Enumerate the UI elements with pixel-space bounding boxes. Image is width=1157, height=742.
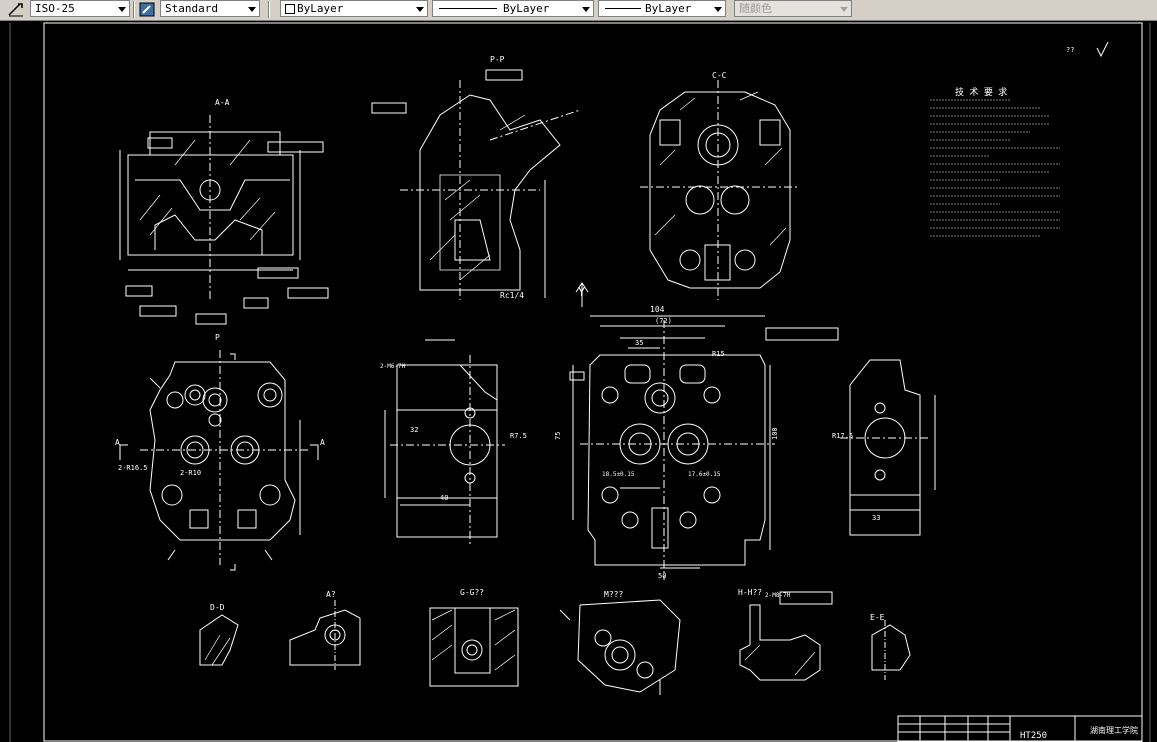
plot-style-value: 随颜色 [739,2,772,15]
chevron-down-icon [118,7,126,12]
view-label-gg: G-G?? [460,588,484,597]
chevron-down-icon [840,7,848,12]
toolbar-separator [133,1,135,18]
linetype-select[interactable]: ByLayer [432,0,594,17]
properties-toolbar: ISO-25 Standard ByLayer ByLayer ByLayer … [0,0,1157,21]
school-label: 湖南理工学院 [1090,725,1138,735]
chevron-down-icon [416,7,424,12]
roughness-label: ?? [1066,46,1074,54]
linetype-value: ByLayer [503,2,550,15]
detail-view-ee [871,620,911,680]
dimension-style-value: ISO-25 [35,2,75,15]
side-view [384,339,505,545]
dim-35: 35 [635,339,643,347]
text-style-select[interactable]: Standard [160,0,260,17]
view-p [119,350,319,565]
layer-color-select[interactable]: ByLayer [280,0,428,17]
view-label-ee: E-E [870,613,885,622]
dimension-style-icon[interactable] [6,1,26,18]
dimension-style-select[interactable]: ISO-25 [30,0,130,17]
dim-33: 33 [872,514,880,522]
lineweight-select[interactable]: ByLayer [598,0,726,17]
dim-rc14: Rc1/4 [500,291,524,300]
view-label-mm: M??? [604,590,623,599]
detail-view-dd [199,614,239,666]
roughness-symbol-icon [1096,41,1109,58]
detail-view-hh [739,591,833,681]
view-label-y: Y [578,285,586,299]
detail-view-mm [559,599,681,695]
chevron-down-icon [582,7,590,12]
view-label-p: P [215,333,220,342]
chevron-down-icon [714,7,722,12]
drawing-border [43,22,1143,742]
section-view-cc [640,80,800,300]
material-label: HT250 [1020,731,1047,741]
text-style-value: Standard [165,2,218,15]
dim-185: 18.5±0.15 [602,471,635,478]
dim-40: 40 [440,494,448,502]
tech-requirements-lines [930,99,1060,237]
toolbar-separator [268,1,270,18]
section-view-pp [371,69,581,300]
dim-r175: R17.5 [832,432,853,440]
dim-r75: R7.5 [510,432,527,440]
view-label-dd: D-D [210,603,225,612]
view-label-pp: P-P [490,55,505,64]
dim-r15: R15 [712,350,725,358]
dim-1046: 104 [650,305,665,314]
color-swatch-icon [285,4,295,14]
dim-75: 75 [554,432,562,440]
text-style-icon[interactable] [138,1,158,18]
section-view-aa [119,115,329,325]
view-label-cc: C-C [712,71,727,80]
layer-color-value: ByLayer [297,2,344,15]
tech-requirements-title: 技 术 要 求 [955,86,1007,98]
view-label-at: A? [326,590,336,599]
chevron-down-icon [248,7,256,12]
view-label-a-left: A [115,438,120,447]
view-label-a-right: A [320,438,325,447]
lineweight-value: ByLayer [645,2,692,15]
dim-50: 50 [658,572,666,580]
dim-176: 17.6±0.15 [688,471,721,478]
drawing-canvas[interactable]: A-A P-P C-C Y P A A D-D A? G-G?? M??? H-… [0,20,1157,742]
linetype-sample-icon [439,8,497,9]
main-view-y [569,282,839,580]
detail-view-gg [429,607,519,687]
dim-2m6: 2-M6-7H [380,363,406,370]
view-label-hh: H-H?? [738,588,762,597]
dim-2r10: 2-R10 [180,469,201,477]
plot-style-select[interactable]: 随颜色 [734,0,852,17]
dim-100: 100 [771,427,779,440]
dim-72: (72) [655,317,672,325]
right-side-view [840,359,936,536]
dim-2r165: 2-R16.5 [118,464,148,472]
section-markers [149,353,273,571]
detail-view-at [289,600,361,670]
dim-32: 32 [410,426,418,434]
view-label-aa: A-A [215,98,230,107]
dim-2m8: 2-M8-7H [765,592,791,599]
lineweight-sample-icon [605,8,641,9]
